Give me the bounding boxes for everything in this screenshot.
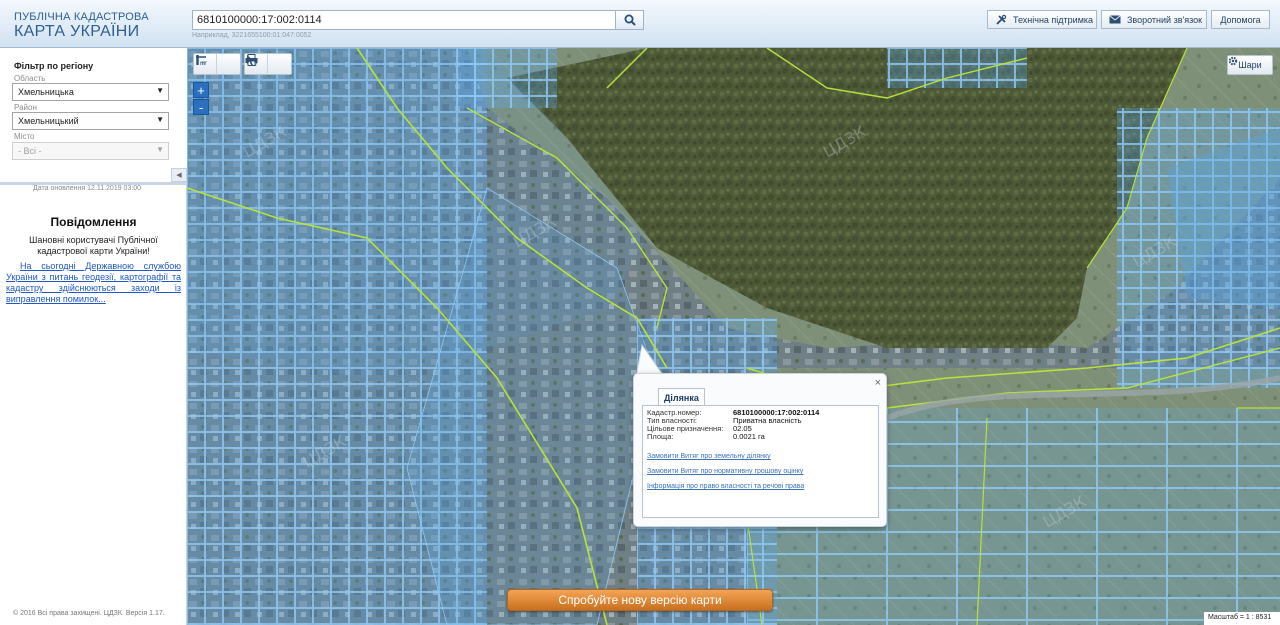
measure-tools: m m²	[193, 53, 241, 75]
svg-text:?: ?	[255, 61, 258, 67]
tools-icon	[995, 14, 1007, 26]
order-valuation-extract-link[interactable]: Замовити Витяг про нормативну грошову оц…	[647, 468, 874, 475]
help-label: Допомога	[1220, 14, 1261, 25]
search-button[interactable]	[615, 10, 644, 30]
district-select[interactable]: Хмельницький ▼	[12, 112, 169, 130]
collapse-sidebar-button[interactable]: ◀	[171, 168, 187, 182]
header: ПУБЛІЧНА КАДАСТРОВА КАРТА УКРАЇНИ Наприк…	[0, 0, 1280, 48]
satellite-map[interactable]: ЦДЗК ЦДЗК ЦДЗК ЦДЗК ЦДЗК ЦДЗК	[187, 48, 1280, 625]
search-area: Наприклад, 3221655100:01:047:0052	[192, 10, 644, 39]
help-button[interactable]: Допомога	[1211, 10, 1270, 29]
info-value: 0.0021 га	[733, 432, 765, 441]
zoom-controls: + -	[193, 82, 209, 115]
identify-tool[interactable]: ?	[247, 54, 291, 74]
layers-button[interactable]: Шари	[1227, 55, 1273, 75]
copyright: © 2016 Всі права захищені. ЦДЗК. Версія …	[13, 610, 165, 617]
notice-link[interactable]: На сьогодні Державною службою України з …	[6, 261, 181, 305]
feedback-label: Зворотний зв'язок	[1127, 14, 1203, 25]
layers-label: Шари	[1238, 60, 1262, 70]
search-input[interactable]	[192, 10, 616, 30]
info-row-area: Площа: 0.0021 га	[647, 433, 874, 441]
notice-title: Повідомлення	[50, 215, 137, 229]
update-date: Дата оновлення 12.11.2019 03:00	[33, 185, 142, 192]
city-select[interactable]: - Всі - ▼	[12, 142, 169, 160]
district-value: Хмельницький	[18, 116, 79, 126]
dropdown-arrow-icon: ▼	[156, 86, 164, 95]
region-filter: Фільтр по регіону Область Хмельницька ▼ …	[0, 48, 187, 182]
logo[interactable]: ПУБЛІЧНА КАДАСТРОВА КАРТА УКРАЇНИ	[14, 11, 149, 41]
scale-indicator: Масштаб = 1 : 8531	[1204, 612, 1280, 625]
support-label: Технічна підтримка	[1013, 14, 1094, 25]
gear-icon	[1228, 56, 1238, 66]
region-value: Хмельницька	[18, 87, 74, 97]
order-parcel-extract-link[interactable]: Замовити Витяг про земельну ділянку	[647, 453, 874, 460]
popup-body: Кадастр.номер: 6810100000:17:002:0114 Ти…	[642, 405, 879, 518]
chevron-left-icon: ◀	[176, 172, 182, 179]
filter-title: Фільтр по регіону	[14, 61, 94, 71]
notice-block: Повідомлення Шановні користувачі Публічн…	[6, 215, 181, 305]
dropdown-arrow-icon: ▼	[156, 145, 164, 154]
notice-text: Шановні користувачі Публічної кадастрово…	[29, 235, 158, 256]
logo-line2: КАРТА УКРАЇНИ	[14, 23, 140, 40]
ownership-info-link[interactable]: Інформація про право власності та речові…	[647, 483, 874, 490]
region-label: Область	[14, 74, 46, 83]
zoom-out-button[interactable]: -	[193, 99, 209, 115]
search-icon	[624, 14, 636, 26]
logo-line1: ПУБЛІЧНА КАДАСТРОВА	[14, 11, 149, 23]
zoom-in-button[interactable]: +	[193, 82, 209, 98]
district-label: Район	[14, 103, 37, 112]
info-key: Площа:	[647, 432, 674, 441]
search-hint: Наприклад, 3221655100:01:047:0052	[192, 32, 312, 39]
app-root: ПУБЛІЧНА КАДАСТРОВА КАРТА УКРАЇНИ Наприк…	[0, 0, 1280, 625]
new-version-button[interactable]: Спробуйте нову версію карти	[507, 589, 773, 611]
map-view[interactable]: ЦДЗК ЦДЗК ЦДЗК ЦДЗК ЦДЗК ЦДЗК m m² ? + -…	[187, 48, 1280, 625]
dropdown-arrow-icon: ▼	[156, 115, 164, 124]
support-button[interactable]: Технічна підтримка	[987, 10, 1097, 29]
region-select[interactable]: Хмельницька ▼	[12, 83, 169, 101]
svg-text:m²: m²	[200, 61, 207, 66]
parcel-popup: × Ділянка Кадастр.номер: 6810100000:17:0…	[633, 373, 887, 527]
sidebar: Фільтр по регіону Область Хмельницька ▼ …	[0, 48, 187, 625]
tab-parcel[interactable]: Ділянка	[658, 388, 705, 406]
cursor-question-icon: ?	[247, 55, 258, 67]
city-label: Місто	[14, 132, 35, 141]
city-value: - Всі -	[18, 146, 42, 156]
envelope-icon	[1109, 15, 1121, 24]
measure-area-tool[interactable]: m²	[196, 54, 240, 74]
close-icon[interactable]: ×	[875, 377, 881, 389]
feedback-button[interactable]: Зворотний зв'язок	[1101, 10, 1207, 29]
extra-tools: ?	[244, 53, 292, 75]
area-icon: m²	[196, 55, 207, 66]
